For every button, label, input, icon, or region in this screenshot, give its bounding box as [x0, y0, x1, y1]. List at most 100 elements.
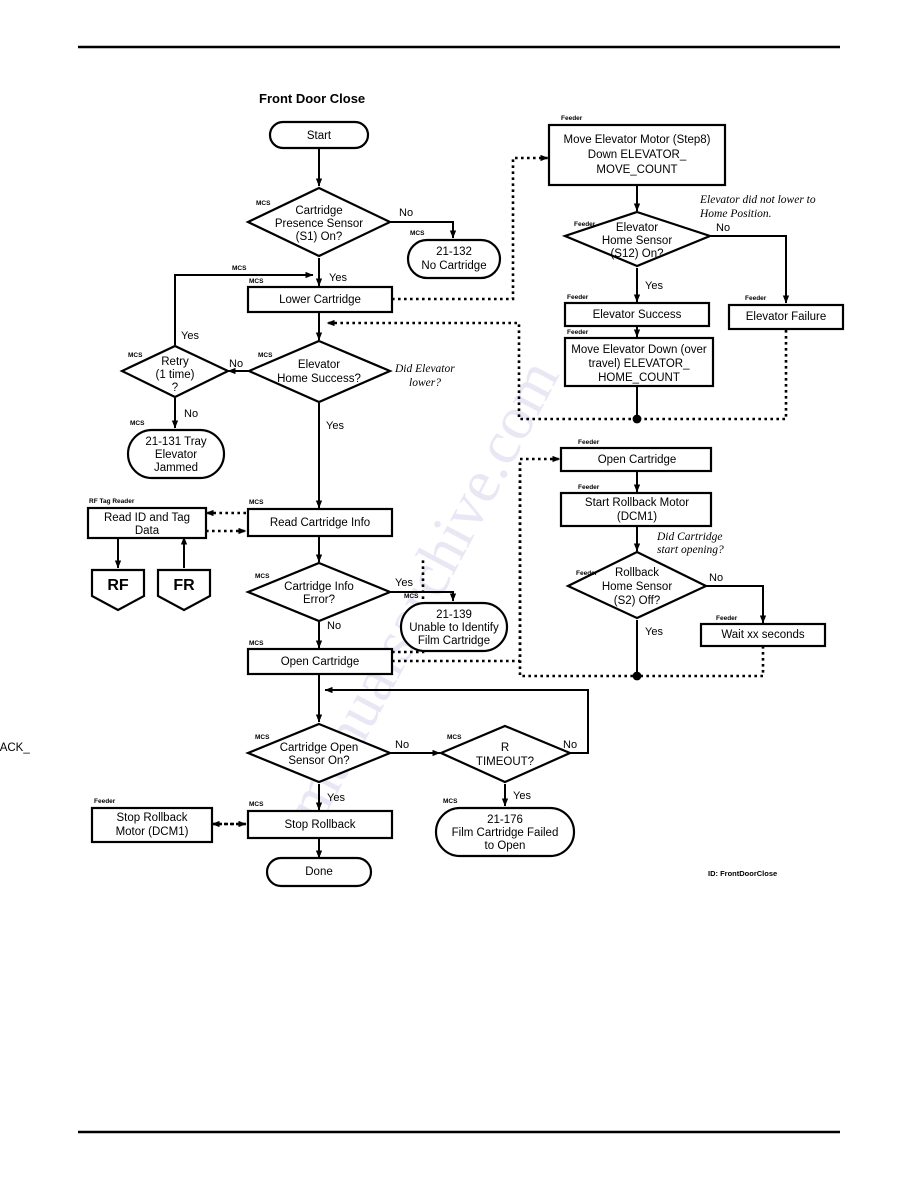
- lane-tag-mcs-retry-return: MCS: [232, 265, 247, 272]
- lane-tag-feeder: Feeder: [576, 570, 598, 577]
- rollback-home-sensor-line3: (S2) Off?: [614, 595, 660, 607]
- lane-tag-feeder: Feeder: [716, 615, 738, 622]
- lane-tag-feeder: Feeder: [94, 798, 116, 805]
- node-retry[interactable]: MCS Retry (1 time) ?: [119, 344, 231, 399]
- page-title: Front Door Close: [259, 91, 365, 106]
- rollback-timeout-line2: TIMEOUT?: [476, 756, 534, 768]
- node-start[interactable]: Start: [268, 120, 370, 150]
- node-cartridge-presence-sensor[interactable]: MCS Cartridge Presence Sensor (S1) On?: [245, 186, 393, 258]
- edge-label-cos-no: No: [395, 739, 409, 751]
- edge-label-cie-no: No: [327, 620, 341, 632]
- error-21-131-line3: Jammed: [154, 462, 198, 474]
- elevator-home-success-line1: Elevator: [298, 359, 340, 371]
- edge-label-ehsensor-no: No: [716, 222, 730, 234]
- node-done[interactable]: Done: [265, 856, 373, 888]
- lane-tag-feeder: Feeder: [578, 484, 600, 491]
- lane-tag-mcs: MCS: [256, 200, 271, 207]
- elevator-home-sensor-line3: (S12) On?: [610, 248, 663, 260]
- read-id-tag-line1: Read ID and Tag: [104, 512, 190, 524]
- edge-label-cos-yes: Yes: [327, 792, 345, 804]
- flowchart-canvas: manualsarchive.com Front Door Close Star…: [0, 45, 845, 1134]
- lower-cartridge-label: Lower Cartridge: [279, 294, 361, 306]
- done-label: Done: [305, 866, 333, 878]
- cartridge-info-error-line2: Error?: [303, 594, 335, 606]
- error-21-132-line1: 21-132: [436, 246, 472, 258]
- edge-label-ehs-no: No: [229, 358, 243, 370]
- error-21-131-line2: Elevator: [155, 449, 197, 461]
- lane-tag-mcs: MCS: [443, 798, 458, 805]
- node-connector-fr[interactable]: FR: [156, 568, 212, 612]
- start-rollback-motor-line1: Start Rollback Motor: [585, 497, 689, 509]
- lane-tag-mcs: MCS: [128, 352, 143, 359]
- annotation-elevator-not-home-2: Home Position.: [699, 208, 772, 220]
- diagram-page: manualsarchive.com Front Door Close Star…: [0, 0, 918, 1188]
- edge-label-retry-yes: Yes: [181, 330, 199, 342]
- edge-label-rt-no: No: [563, 739, 577, 751]
- cartridge-presence-line3: (S1) On?: [296, 231, 343, 243]
- edge-label-presence-yes: Yes: [329, 272, 347, 284]
- stop-rollback-motor-line2: Motor (DCM1): [116, 826, 189, 838]
- node-rollback-home-sensor[interactable]: Feeder Rollback Home Sensor (S2) Off?: [565, 550, 709, 620]
- node-connector-rf[interactable]: RF: [90, 568, 146, 612]
- connector-rf-label: RF: [107, 577, 129, 594]
- error-21-139-line2: Unable to Identify: [409, 622, 499, 634]
- diagram-id-label: ID: FrontDoorClose: [708, 869, 777, 878]
- move-elevator-down-line1: Move Elevator Down (over: [571, 344, 707, 356]
- node-stop-rollback-motor[interactable]: Feeder Stop Rollback Motor (DCM1): [90, 798, 214, 844]
- edge-label-rt-yes: Yes: [513, 790, 531, 802]
- node-error-21-176[interactable]: MCS 21-176 Film Cartridge Failed to Open: [434, 798, 576, 858]
- lane-tag-mcs: MCS: [258, 352, 273, 359]
- error-21-131-line1: 21-131 Tray: [145, 436, 207, 448]
- lane-tag-mcs: MCS: [130, 420, 145, 427]
- lane-tag-feeder: Feeder: [567, 329, 589, 336]
- annotation-did-cartridge-open-2: start opening?: [657, 544, 724, 556]
- cartridge-open-sensor-line2: Sensor On?: [288, 755, 349, 767]
- elevator-failure-label: Elevator Failure: [746, 311, 827, 323]
- lane-tag-mcs: MCS: [249, 801, 264, 808]
- error-21-132-line2: No Cartridge: [421, 260, 486, 272]
- annotation-did-cartridge-open-1: Did Cartridge: [656, 531, 723, 543]
- annotation-elevator-not-home-1: Elevator did not lower to: [699, 194, 816, 206]
- lane-tag-rf-tag-reader: RF Tag Reader: [89, 498, 135, 505]
- lane-tag-mcs: MCS: [255, 573, 270, 580]
- annotation-did-elevator-lower-2: lower?: [409, 377, 441, 389]
- cartridge-presence-line1: Cartridge: [295, 205, 342, 217]
- edge-label-ehsensor-yes: Yes: [645, 280, 663, 292]
- elevator-home-success-shape: [246, 339, 393, 404]
- node-move-elevator-motor[interactable]: Feeder Move Elevator Motor (Step8) Down …: [547, 115, 727, 187]
- retry-line3: ?: [172, 382, 178, 394]
- node-read-id-and-tag-data[interactable]: RF Tag Reader Read ID and Tag Data: [86, 498, 208, 540]
- cartridge-presence-line2: Presence Sensor: [275, 218, 363, 230]
- node-error-21-131[interactable]: MCS 21-131 Tray Elevator Jammed: [126, 420, 226, 480]
- wait-xx-label: Wait xx seconds: [721, 629, 805, 641]
- lane-tag-mcs: MCS: [255, 734, 270, 741]
- edge-label-retry-no: No: [184, 408, 198, 420]
- read-cartridge-info-label: Read Cartridge Info: [270, 517, 370, 529]
- lane-tag-feeder: Feeder: [745, 295, 767, 302]
- start-label: Start: [307, 130, 332, 142]
- lane-tag-mcs: MCS: [249, 278, 264, 285]
- edge-label-presence-no: No: [399, 207, 413, 219]
- lane-tag-feeder: Feeder: [578, 439, 600, 446]
- move-elevator-down-line2: travel) ELEVATOR_: [589, 358, 691, 370]
- rollback-home-sensor-line1: Rollback: [615, 567, 659, 579]
- node-move-elevator-down[interactable]: Feeder Move Elevator Down (over travel) …: [563, 329, 715, 388]
- move-elevator-motor-line1: Move Elevator Motor (Step8): [563, 134, 710, 146]
- retry-line1: Retry: [161, 356, 189, 368]
- error-21-139-line3: Film Cartridge: [418, 635, 490, 647]
- error-21-176-line1: 21-176: [487, 814, 523, 826]
- edge-label-ehs-yes: Yes: [326, 420, 344, 432]
- lane-tag-feeder: Feeder: [567, 294, 589, 301]
- rollback-home-sensor-line2: Home Sensor: [602, 581, 672, 593]
- node-elevator-home-sensor[interactable]: Feeder Elevator Home Sensor (S12) On?: [561, 210, 714, 268]
- move-elevator-down-line3: HOME_COUNT: [598, 372, 680, 384]
- node-open-cartridge-feeder[interactable]: Feeder Open Cartridge: [559, 439, 713, 473]
- elevator-home-sensor-line1: Elevator: [616, 222, 658, 234]
- node-cartridge-info-error[interactable]: MCS Cartridge Info Error?: [245, 561, 393, 623]
- edge-label-rhs-no: No: [709, 572, 723, 584]
- lane-tag-feeder: Feeder: [574, 221, 596, 228]
- start-rollback-motor-line2: (DCM1): [617, 511, 657, 523]
- elevator-home-sensor-line2: Home Sensor: [602, 235, 672, 247]
- node-elevator-home-success[interactable]: MCS Elevator Home Success?: [246, 339, 393, 404]
- error-21-139-line1: 21-139: [436, 609, 472, 621]
